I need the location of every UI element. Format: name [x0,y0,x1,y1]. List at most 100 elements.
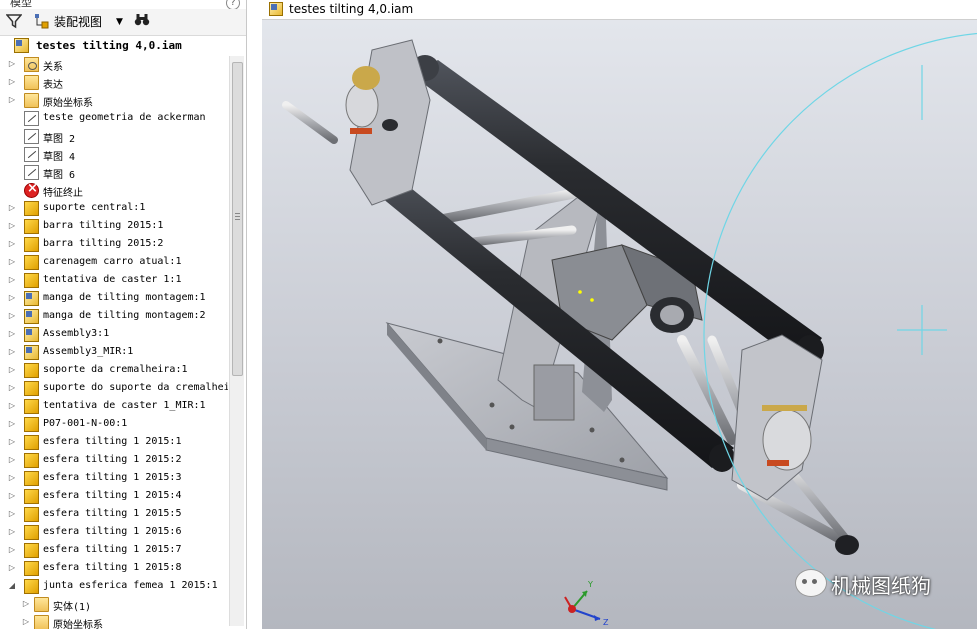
tree-item-label: P07-001-N-00:1 [43,418,128,429]
view-dropdown-icon[interactable]: ▼ [116,13,123,31]
document-tab[interactable]: testes tilting 4,0.iam [262,0,977,20]
browser-tree-item[interactable]: ▷ 实体(1) [0,596,228,614]
origin-folder-icon [34,615,49,629]
tree-item-label: manga de tilting montagem:2 [43,310,206,321]
expand-toggle-icon[interactable]: ◢ [8,581,16,590]
sketch-icon [24,147,39,162]
browser-scrollbar[interactable] [229,56,244,626]
browser-tree-item[interactable]: ▷ esfera tilting 1 2015:2 [0,452,228,470]
tree-item-label: 表达 [43,80,63,91]
browser-tree-item[interactable]: ▷ 原始坐标系 [0,614,228,629]
svg-text:Z: Z [603,618,609,627]
browser-tree-item[interactable]: ▷ esfera tilting 1 2015:3 [0,470,228,488]
browser-tree-item[interactable]: ▷ Assembly3_MIR:1 [0,344,228,362]
part-icon [24,525,39,540]
tree-item-label: tentativa de caster 1:1 [43,274,182,285]
filter-icon[interactable] [5,13,23,31]
browser-tree-item[interactable]: ▷ esfera tilting 1 2015:4 [0,488,228,506]
expand-toggle-icon[interactable]: ▷ [8,437,16,446]
expand-toggle-icon[interactable]: ▷ [8,383,16,392]
find-binoculars-icon[interactable] [134,13,150,31]
browser-tree-item[interactable]: ▷ suporte central:1 [0,200,228,218]
expand-toggle-icon[interactable]: ▷ [8,473,16,482]
part-icon [24,435,39,450]
part-icon [24,489,39,504]
tree-item-label: Assembly3_MIR:1 [43,346,134,357]
browser-tree-item[interactable]: ▷ suporte do suporte da cremalhei [0,380,228,398]
tree-item-label: esfera tilting 1 2015:2 [43,454,182,465]
expand-toggle-icon[interactable]: ▷ [8,275,16,284]
expand-toggle-icon[interactable]: ▷ [8,221,16,230]
expand-toggle-icon[interactable]: ▷ [8,77,16,86]
representations-folder-icon [24,75,39,90]
subassembly-icon [24,327,39,342]
part-icon [24,273,39,288]
browser-tree-item[interactable]: ◢ junta esferica femea 1 2015:1 [0,578,228,596]
expand-toggle-icon[interactable]: ▷ [8,455,16,464]
3d-viewport-canvas[interactable]: Y Z [262,20,977,629]
expand-toggle-icon[interactable]: ▷ [8,347,16,356]
tree-item-label: 关系 [43,62,63,73]
browser-tree-item[interactable]: ▷ esfera tilting 1 2015:1 [0,434,228,452]
expand-toggle-icon[interactable]: ▷ [8,239,16,248]
assembly-model-render[interactable] [262,20,977,629]
browser-tree-item[interactable]: ▷ manga de tilting montagem:2 [0,308,228,326]
browser-tree-item[interactable]: ▷ barra tilting 2015:1 [0,218,228,236]
browser-tree-item[interactable]: 特征终止 [0,181,228,200]
browser-tree-item[interactable]: ▷ 原始坐标系 [0,92,228,110]
browser-tree-item[interactable]: ▷ tentativa de caster 1:1 [0,272,228,290]
tree-root-assembly[interactable]: testes tilting 4,0.iam [0,37,246,55]
browser-tree-item[interactable]: ▷ tentativa de caster 1_MIR:1 [0,398,228,416]
assembly-view-label[interactable]: 装配视图 [54,13,102,31]
view-cube-triad[interactable]: Y Z [562,575,622,635]
scrollbar-thumb[interactable] [232,62,243,376]
expand-toggle-icon[interactable]: ▷ [8,527,16,536]
browser-tree-item[interactable]: ▷ soporte da cremalheira:1 [0,362,228,380]
part-icon [24,507,39,522]
sketch-icon [24,129,39,144]
browser-tree-item[interactable]: ▷ 表达 [0,74,228,92]
assembly-view-icon[interactable] [34,13,50,31]
browser-tree-item[interactable]: ▷ esfera tilting 1 2015:5 [0,506,228,524]
browser-tree-item[interactable]: teste geometria de ackerman [0,110,228,128]
browser-tree-item[interactable]: ▷ barra tilting 2015:2 [0,236,228,254]
expand-toggle-icon[interactable]: ▷ [22,599,30,608]
expand-toggle-icon[interactable]: ▷ [8,257,16,266]
sketch-icon [24,165,39,180]
browser-tree-item[interactable]: 草图 4 [0,146,228,164]
assembly-icon [14,38,29,53]
browser-tree-item[interactable]: 草图 6 [0,164,228,182]
expand-toggle-icon[interactable]: ▷ [8,563,16,572]
expand-toggle-icon[interactable]: ▷ [22,617,30,626]
browser-tree-item[interactable]: ▷ manga de tilting montagem:1 [0,290,228,308]
browser-tree-item[interactable]: ▷ carenagem carro atual:1 [0,254,228,272]
browser-tree-item[interactable]: 草图 2 [0,128,228,146]
tree-item-label: barra tilting 2015:1 [43,220,164,231]
tree-item-label: 实体(1) [53,602,92,613]
browser-tree-item[interactable]: ▷ P07-001-N-00:1 [0,416,228,434]
relations-folder-icon [24,57,39,72]
browser-tree-item[interactable]: ▷ esfera tilting 1 2015:6 [0,524,228,542]
expand-toggle-icon[interactable]: ▷ [8,329,16,338]
part-icon [24,543,39,558]
browser-tree-item[interactable]: ▷ 关系 [0,56,228,74]
browser-tree-item[interactable]: ▷ esfera tilting 1 2015:8 [0,560,228,578]
expand-toggle-icon[interactable]: ▷ [8,509,16,518]
browser-tree-item[interactable]: ▷ esfera tilting 1 2015:7 [0,542,228,560]
expand-toggle-icon[interactable]: ▷ [8,95,16,104]
expand-toggle-icon[interactable]: ▷ [8,491,16,500]
expand-toggle-icon[interactable]: ▷ [8,545,16,554]
expand-toggle-icon[interactable]: ▷ [8,203,16,212]
tree-item-label: esfera tilting 1 2015:1 [43,436,182,447]
expand-toggle-icon[interactable]: ▷ [8,401,16,410]
tree-item-label: manga de tilting montagem:1 [43,292,206,303]
expand-toggle-icon[interactable]: ▷ [8,311,16,320]
browser-tree-item[interactable]: ▷ Assembly3:1 [0,326,228,344]
expand-toggle-icon[interactable]: ▷ [8,59,16,68]
expand-toggle-icon[interactable]: ▷ [8,419,16,428]
expand-toggle-icon[interactable]: ▷ [8,365,16,374]
tree-item-label: 草图 4 [43,152,76,163]
tree-item-label: tentativa de caster 1_MIR:1 [43,400,206,411]
part-icon [24,219,39,234]
expand-toggle-icon[interactable]: ▷ [8,293,16,302]
